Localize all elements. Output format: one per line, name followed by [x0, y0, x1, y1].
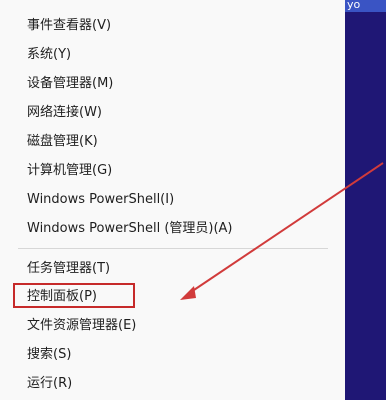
annotation-arrow-icon — [180, 162, 384, 300]
